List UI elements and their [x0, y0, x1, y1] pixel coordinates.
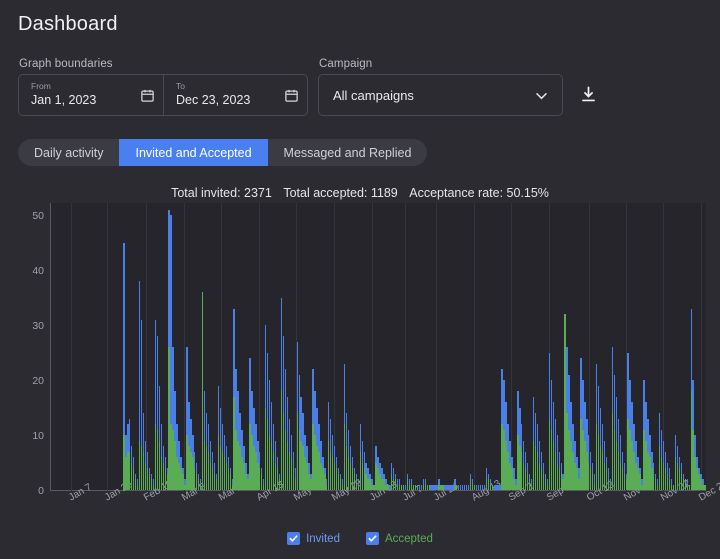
date-from-field[interactable]: From Jan 1, 2023 [19, 75, 163, 115]
activity-chart: 0 10 20 30 40 50 [18, 203, 706, 497]
tab-invited-and-accepted[interactable]: Invited and Accepted [119, 139, 268, 166]
legend-item-accepted[interactable]: Accepted [365, 532, 433, 545]
y-axis-tick-label: 0 [38, 485, 44, 497]
bar-accepted[interactable] [402, 484, 405, 490]
calendar-icon[interactable] [284, 88, 299, 103]
chart-plot-area: 0 10 20 30 40 50 [32, 203, 706, 497]
bar-accepted[interactable] [491, 484, 493, 490]
gridline [71, 203, 72, 491]
page-title: Dashboard [18, 13, 118, 35]
calendar-icon[interactable] [140, 88, 155, 103]
y-axis-tick-label: 40 [32, 265, 44, 277]
gridline [405, 203, 406, 491]
stat-acceptance-rate: Acceptance rate: 50.15% [409, 186, 549, 200]
y-axis-tick-label: 30 [32, 320, 44, 332]
stat-total-invited: Total invited: 2371 [171, 186, 272, 200]
campaign-select[interactable]: All campaigns [318, 74, 563, 116]
bar-accepted[interactable] [704, 484, 706, 490]
legend-label-invited: Invited [306, 532, 340, 545]
gridline [259, 203, 260, 491]
date-to-field[interactable]: To Dec 23, 2023 [163, 75, 307, 115]
gridline [436, 203, 437, 491]
tab-daily-activity[interactable]: Daily activity [18, 139, 119, 166]
legend-item-invited[interactable]: Invited [287, 532, 340, 545]
date-from-value: Jan 1, 2023 [31, 92, 97, 107]
date-range-group: From Jan 1, 2023 To Dec 23, 2023 [18, 74, 308, 116]
bar-accepted[interactable] [442, 484, 444, 490]
checkbox-invited[interactable] [287, 532, 301, 545]
y-axis-tick-label: 50 [32, 210, 44, 222]
gridline [372, 203, 373, 491]
summary-stats: Total invited: 2371 Total accepted: 1189… [0, 186, 720, 200]
y-axis-line [50, 203, 51, 491]
gridline [107, 203, 108, 491]
gridline [184, 203, 185, 491]
dashboard-page: Dashboard Graph boundaries From Jan 1, 2… [0, 0, 720, 559]
date-to-value: Dec 23, 2023 [176, 92, 251, 107]
y-axis-tick-label: 10 [32, 430, 44, 442]
graph-boundaries-label: Graph boundaries [19, 58, 113, 70]
gridline [701, 203, 702, 491]
y-axis-tick-label: 20 [32, 375, 44, 387]
bar-accepted[interactable] [456, 484, 458, 490]
chart-mode-tabs: Daily activity Invited and Accepted Mess… [18, 139, 428, 166]
bar-accepted[interactable] [387, 484, 389, 490]
checkbox-accepted[interactable] [365, 532, 379, 545]
campaign-label: Campaign [319, 58, 373, 70]
campaign-selected-value: All campaigns [333, 87, 414, 103]
legend-label-accepted: Accepted [384, 532, 433, 545]
date-from-label: From [31, 81, 51, 92]
gridline [474, 203, 475, 491]
bar-accepted[interactable] [428, 484, 430, 490]
stat-total-accepted: Total accepted: 1189 [283, 186, 398, 200]
bar-accepted[interactable] [416, 484, 419, 490]
chart-legend: Invited Accepted [0, 532, 720, 545]
download-icon [579, 85, 598, 109]
bar-accepted[interactable] [473, 484, 476, 490]
download-button[interactable] [576, 85, 600, 109]
gridline [511, 203, 512, 491]
chevron-down-icon [533, 87, 550, 104]
date-to-label: To [176, 81, 185, 92]
tab-messaged-and-replied[interactable]: Messaged and Replied [268, 139, 428, 166]
